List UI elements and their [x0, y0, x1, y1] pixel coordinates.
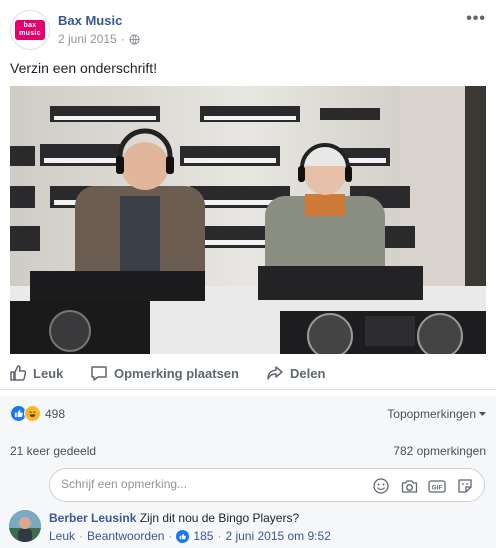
- comment-composer[interactable]: GIF: [49, 468, 485, 502]
- comment-timestamp[interactable]: 2 juni 2015 om 9:52: [225, 529, 330, 543]
- top-comments-dropdown[interactable]: Topopmerkingen: [387, 407, 486, 421]
- stats-row: 21 keer gedeeld 782 opmerkingen: [0, 432, 496, 464]
- dropdown-caret-icon: [479, 411, 486, 416]
- reaction-icons[interactable]: [10, 405, 41, 422]
- emoji-icon[interactable]: [372, 477, 390, 495]
- svg-text:GIF: GIF: [432, 484, 443, 491]
- share-button[interactable]: Delen: [266, 364, 325, 382]
- sticker-icon[interactable]: [456, 477, 474, 495]
- comment-text: Zijn dit nou de Bingo Players?: [139, 511, 300, 525]
- comment-count-link[interactable]: 782 opmerkingen: [393, 444, 486, 458]
- post-header: bax music Bax Music 2 juni 2015 · •••: [0, 0, 496, 58]
- haha-icon: [24, 405, 41, 422]
- post-action-bar: Leuk Opmerking plaatsen Delen: [0, 358, 496, 390]
- like-label: Leuk: [33, 365, 64, 381]
- more-options-icon[interactable]: •••: [466, 10, 486, 28]
- post-video[interactable]: [10, 86, 486, 354]
- post-date[interactable]: 2 juni 2015: [58, 32, 117, 46]
- page-name-link[interactable]: Bax Music: [58, 13, 122, 28]
- comment-reply-link[interactable]: Beantwoorden: [87, 529, 164, 543]
- comment-label: Opmerking plaatsen: [114, 365, 239, 381]
- comment-icon: [91, 366, 107, 381]
- meta-dot: ·: [168, 529, 173, 543]
- comment-content: Berber Leusink Zijn dit nou de Bingo Pla…: [49, 511, 299, 525]
- bax-music-logo: bax music: [15, 20, 45, 40]
- reactions-row: 498 Topopmerkingen: [0, 396, 496, 432]
- post-caption: Verzin een onderschrift!: [10, 60, 158, 76]
- post-meta: 2 juni 2015 ·: [58, 32, 140, 46]
- thumbs-up-icon: [10, 365, 27, 381]
- comment-like-count[interactable]: 185: [193, 529, 213, 543]
- comment-author-link[interactable]: Berber Leusink: [49, 511, 136, 525]
- comment-meta: Leuk · Beantwoorden · 185 · 2 juni 2015 …: [49, 529, 331, 543]
- like-icon: [176, 529, 190, 543]
- camera-icon[interactable]: [400, 477, 418, 495]
- comment-button[interactable]: Opmerking plaatsen: [90, 364, 239, 382]
- video-still: [10, 86, 486, 354]
- meta-dot: ·: [217, 529, 222, 543]
- comment-like-link[interactable]: Leuk: [49, 529, 75, 543]
- share-arrow-icon: [267, 366, 283, 380]
- share-count-link[interactable]: 21 keer gedeeld: [10, 444, 96, 458]
- comment-input[interactable]: [61, 477, 301, 491]
- meta-dot: ·: [79, 529, 84, 543]
- top-comments-label: Topopmerkingen: [387, 407, 476, 421]
- composer-icons: GIF: [372, 477, 474, 495]
- globe-icon: [129, 33, 140, 45]
- comments-section: GIF Berber Leusink Zijn dit nou de Bingo…: [0, 464, 496, 548]
- reaction-count[interactable]: 498: [45, 407, 65, 421]
- share-label: Delen: [290, 365, 326, 381]
- commenter-avatar[interactable]: [9, 510, 41, 542]
- like-button[interactable]: Leuk: [9, 364, 63, 382]
- page-avatar[interactable]: bax music: [10, 10, 50, 50]
- gif-icon[interactable]: GIF: [428, 477, 446, 495]
- meta-separator: ·: [120, 32, 125, 46]
